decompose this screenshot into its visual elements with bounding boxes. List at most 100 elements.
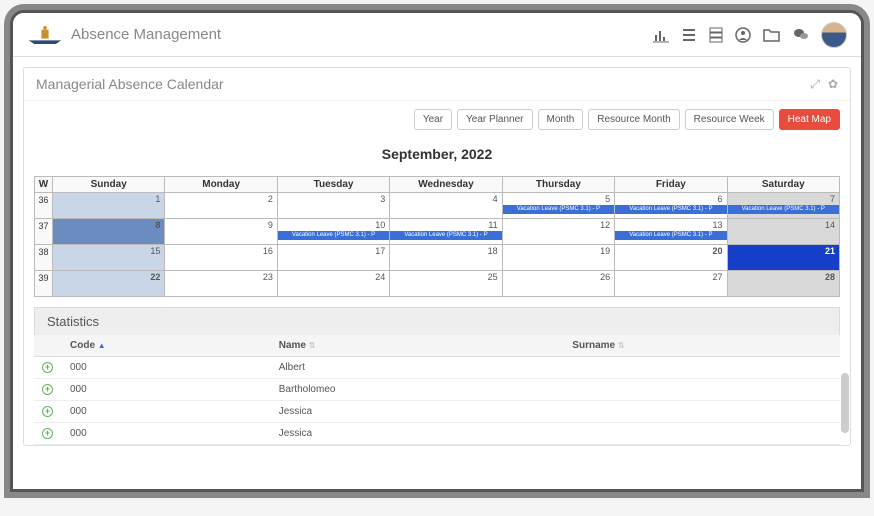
- day-number: 8: [53, 219, 164, 231]
- day-header: Sunday: [53, 177, 165, 193]
- gear-icon[interactable]: ✿: [828, 77, 838, 92]
- app-title: Absence Management: [71, 26, 221, 43]
- calendar-cell[interactable]: 3: [277, 193, 389, 219]
- col-name[interactable]: Name ⇅: [271, 335, 565, 357]
- cell-code: 000: [62, 379, 271, 401]
- view-btn-year-planner[interactable]: Year Planner: [457, 109, 532, 130]
- expand-row-icon[interactable]: +: [42, 362, 53, 373]
- day-number: 10: [278, 219, 389, 231]
- calendar-cell[interactable]: 17: [277, 245, 389, 271]
- calendar-cell[interactable]: 14: [727, 219, 839, 245]
- calendar-cell[interactable]: 19: [502, 245, 614, 271]
- calendar-cell[interactable]: 4: [390, 193, 502, 219]
- avatar[interactable]: [821, 22, 847, 48]
- calendar-cell[interactable]: 10Vacation Leave (PSMC 3.1) - P: [277, 219, 389, 245]
- calendar-event[interactable]: Vacation Leave (PSMC 3.1) - P: [503, 205, 614, 214]
- view-btn-resource-month[interactable]: Resource Month: [588, 109, 679, 130]
- week-col-header: W: [35, 177, 53, 193]
- folder-open-icon[interactable]: [763, 28, 781, 42]
- cell-name: Bartholomeo: [271, 379, 565, 401]
- view-btn-year[interactable]: Year: [414, 109, 452, 130]
- calendar-event[interactable]: Vacation Leave (PSMC 3.1) - P: [390, 231, 501, 240]
- calendar-cell[interactable]: 12: [502, 219, 614, 245]
- calendar-cell[interactable]: 13Vacation Leave (PSMC 3.1) - P: [615, 219, 727, 245]
- table-row: +000Albert: [34, 357, 840, 379]
- col-surname[interactable]: Surname ⇅: [564, 335, 840, 357]
- view-btn-heat-map[interactable]: Heat Map: [779, 109, 840, 130]
- calendar-cell[interactable]: 6Vacation Leave (PSMC 3.1) - P: [615, 193, 727, 219]
- calendar-cell[interactable]: 28: [727, 271, 839, 297]
- day-header: Wednesday: [390, 177, 502, 193]
- day-header: Friday: [615, 177, 727, 193]
- day-number: 9: [165, 219, 276, 231]
- table-row: +000Bartholomeo: [34, 379, 840, 401]
- cell-surname: [564, 379, 840, 401]
- view-btn-resource-week[interactable]: Resource Week: [685, 109, 774, 130]
- day-number: 28: [728, 271, 839, 283]
- bar-chart-icon[interactable]: [653, 27, 669, 43]
- day-number: 17: [278, 245, 389, 257]
- cell-name: Jessica: [271, 401, 565, 423]
- calendar-cell[interactable]: 20: [615, 245, 727, 271]
- day-header: Thursday: [502, 177, 614, 193]
- expand-row-icon[interactable]: +: [42, 406, 53, 417]
- list-icon[interactable]: [681, 27, 697, 43]
- calendar-cell[interactable]: 11Vacation Leave (PSMC 3.1) - P: [390, 219, 502, 245]
- col-code[interactable]: Code ▲: [62, 335, 271, 357]
- cell-code: 000: [62, 423, 271, 445]
- calendar-cell[interactable]: 15: [53, 245, 165, 271]
- calendar-cell[interactable]: 16: [165, 245, 277, 271]
- expand-icon[interactable]: ⤢: [810, 77, 820, 92]
- day-header: Saturday: [727, 177, 839, 193]
- calendar-cell[interactable]: 21: [727, 245, 839, 271]
- day-number: 16: [165, 245, 276, 257]
- week-number: 39: [35, 271, 53, 297]
- table-row: +000Jessica: [34, 401, 840, 423]
- day-number: 15: [53, 245, 164, 257]
- day-number: 20: [615, 245, 726, 257]
- day-number: 19: [503, 245, 614, 257]
- day-number: 4: [390, 193, 501, 205]
- cell-code: 000: [62, 357, 271, 379]
- day-number: 6: [615, 193, 726, 205]
- day-number: 3: [278, 193, 389, 205]
- calendar-cell[interactable]: 9: [165, 219, 277, 245]
- calendar-cell[interactable]: 23: [165, 271, 277, 297]
- table-row: +000Jessica: [34, 423, 840, 445]
- cell-surname: [564, 401, 840, 423]
- chat-icon[interactable]: [793, 28, 809, 42]
- user-circle-icon[interactable]: [735, 27, 751, 43]
- view-btn-month[interactable]: Month: [538, 109, 584, 130]
- calendar-event[interactable]: Vacation Leave (PSMC 3.1) - P: [615, 205, 726, 214]
- day-number: 1: [53, 193, 164, 205]
- calendar-cell[interactable]: 18: [390, 245, 502, 271]
- calendar-event[interactable]: Vacation Leave (PSMC 3.1) - P: [615, 231, 726, 240]
- expand-row-icon[interactable]: +: [42, 384, 53, 395]
- calendar-cell[interactable]: 24: [277, 271, 389, 297]
- day-number: 21: [728, 245, 839, 257]
- week-number: 37: [35, 219, 53, 245]
- day-header: Tuesday: [277, 177, 389, 193]
- calendar-cell[interactable]: 27: [615, 271, 727, 297]
- calendar-cell[interactable]: 2: [165, 193, 277, 219]
- calendar-month-title: September, 2022: [24, 138, 850, 176]
- day-number: 23: [165, 271, 276, 283]
- day-number: 5: [503, 193, 614, 205]
- calendar-cell[interactable]: 5Vacation Leave (PSMC 3.1) - P: [502, 193, 614, 219]
- calendar-cell[interactable]: 8: [53, 219, 165, 245]
- calendar-cell[interactable]: 1: [53, 193, 165, 219]
- server-icon[interactable]: [709, 27, 723, 43]
- calendar-cell[interactable]: 26: [502, 271, 614, 297]
- cell-surname: [564, 357, 840, 379]
- calendar-event[interactable]: Vacation Leave (PSMC 3.1) - P: [278, 231, 389, 240]
- scrollbar-thumb[interactable]: [841, 373, 849, 433]
- expand-row-icon[interactable]: +: [42, 428, 53, 439]
- app-header: Absence Management: [13, 13, 861, 57]
- calendar-cell[interactable]: 22: [53, 271, 165, 297]
- calendar-event[interactable]: Vacation Leave (PSMC 3.1) - P: [728, 205, 839, 214]
- calendar-cell[interactable]: 7Vacation Leave (PSMC 3.1) - P: [727, 193, 839, 219]
- calendar-grid: WSundayMondayTuesdayWednesdayThursdayFri…: [34, 176, 840, 297]
- calendar-cell[interactable]: 25: [390, 271, 502, 297]
- cell-code: 000: [62, 401, 271, 423]
- day-number: 13: [615, 219, 726, 231]
